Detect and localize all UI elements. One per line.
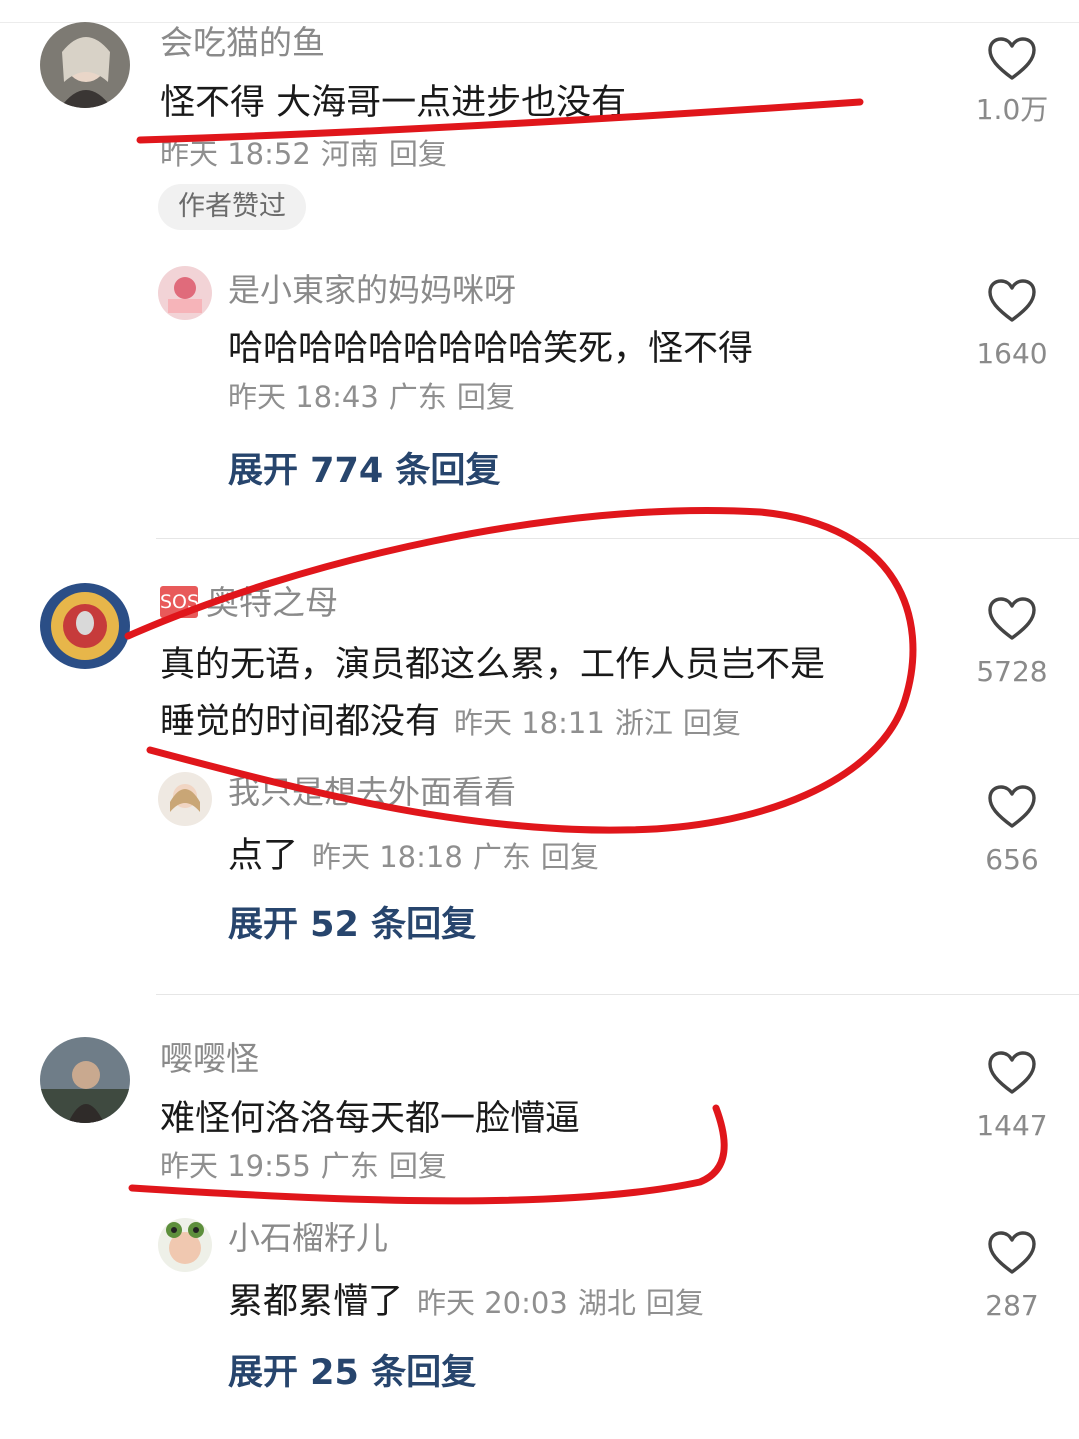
heart-outline-icon: [988, 37, 1036, 80]
user-sos-badge: SOS: [160, 586, 199, 618]
expand-replies-link[interactable]: 展开 774 条回复: [228, 454, 500, 489]
reply-text[interactable]: 累都累懵了: [228, 1282, 403, 1322]
avatar[interactable]: [40, 1037, 130, 1123]
reply-time: 昨天 18:18: [312, 840, 463, 874]
avatar[interactable]: [40, 583, 130, 669]
reply-link[interactable]: 回复: [389, 1149, 447, 1183]
reply-text-row: 点了 昨天 18:18 广东 回复: [228, 834, 599, 876]
reply-location: 湖北: [577, 1286, 636, 1320]
comment-time: 昨天 19:55: [160, 1149, 311, 1183]
reply-link[interactable]: 回复: [541, 840, 599, 874]
comment-divider: [156, 538, 1079, 539]
comment-username[interactable]: 会吃猫的鱼: [160, 26, 325, 59]
avatar[interactable]: [40, 22, 130, 108]
comment-text-line1[interactable]: 真的无语，演员都这么累，工作人员岂不是: [160, 648, 825, 683]
reply-avatar[interactable]: [158, 266, 212, 320]
like-button[interactable]: [987, 596, 1037, 642]
reply-username[interactable]: 是小東家的妈妈咪呀: [228, 274, 516, 306]
reply-avatar[interactable]: [158, 1218, 212, 1272]
like-count: 656: [985, 843, 1039, 876]
reply-time: 昨天 20:03: [417, 1286, 568, 1320]
comment-time: 昨天 18:11: [454, 706, 605, 740]
reply-link[interactable]: 回复: [389, 137, 447, 171]
comment-time: 昨天 18:52: [160, 137, 311, 171]
comment-text-line2-row: 睡觉的时间都没有 昨天 18:11 浙江 回复: [160, 700, 741, 742]
reply-meta: 昨天 18:43 广东 回复: [228, 383, 515, 412]
comment-username[interactable]: 奥特之母: [206, 586, 338, 619]
reply-text-row: 累都累懵了 昨天 20:03 湖北 回复: [228, 1280, 704, 1322]
like-button[interactable]: [987, 1050, 1037, 1096]
heart-outline-icon: [988, 785, 1036, 828]
like-count: 1.0万: [975, 93, 1049, 126]
comment-text[interactable]: 怪不得 大海哥一点进步也没有: [160, 86, 626, 121]
like-button[interactable]: [987, 278, 1037, 324]
comment-text-line2[interactable]: 睡觉的时间都没有: [160, 702, 440, 742]
comment-text[interactable]: 难怪何洛洛每天都一脸懵逼: [160, 1102, 580, 1137]
reply-link[interactable]: 回复: [457, 380, 515, 414]
comment-meta: 昨天 19:55 广东 回复: [160, 1152, 447, 1181]
like-count: 1447: [976, 1109, 1048, 1142]
reply-location: 广东: [388, 380, 447, 414]
comment-meta: 昨天 18:52 河南 回复: [160, 140, 447, 169]
comment-location: 浙江: [614, 706, 673, 740]
reply-location: 广东: [472, 840, 531, 874]
heart-outline-icon: [988, 279, 1036, 322]
reply-link[interactable]: 回复: [646, 1286, 704, 1320]
heart-outline-icon: [988, 1231, 1036, 1274]
reply-username[interactable]: 小石榴籽儿: [228, 1222, 388, 1254]
comment-divider: [156, 994, 1079, 995]
reply-time: 昨天 18:43: [228, 380, 379, 414]
reply-text[interactable]: 点了: [228, 836, 298, 876]
heart-outline-icon: [988, 1051, 1036, 1094]
author-liked-badge: 作者赞过: [158, 184, 306, 230]
expand-replies-link[interactable]: 展开 25 条回复: [228, 1356, 476, 1391]
comment-location: 广东: [320, 1149, 379, 1183]
heart-outline-icon: [988, 597, 1036, 640]
comment-location: 河南: [320, 137, 379, 171]
expand-replies-link[interactable]: 展开 52 条回复: [228, 908, 476, 943]
like-count: 1640: [976, 337, 1048, 370]
reply-link[interactable]: 回复: [683, 706, 741, 740]
comment-username[interactable]: 嘤嘤怪: [160, 1042, 259, 1075]
reply-username[interactable]: 我只是想去外面看看: [228, 776, 516, 808]
reply-avatar[interactable]: [158, 772, 212, 826]
like-button[interactable]: [987, 36, 1037, 82]
reply-text[interactable]: 哈哈哈哈哈哈哈哈哈笑死，怪不得: [228, 332, 753, 367]
like-button[interactable]: [987, 784, 1037, 830]
like-button[interactable]: [987, 1230, 1037, 1276]
like-count: 5728: [976, 655, 1048, 688]
like-count: 287: [985, 1289, 1039, 1322]
